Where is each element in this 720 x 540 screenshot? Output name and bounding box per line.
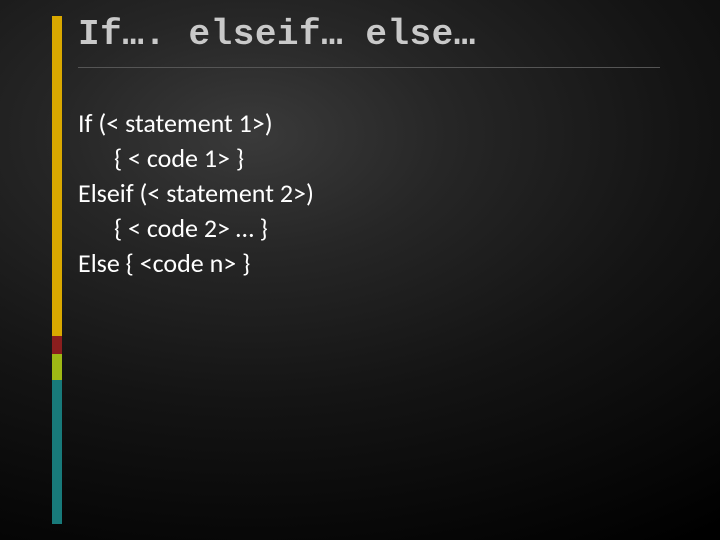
accent-segment-red — [52, 336, 62, 354]
accent-segment-chartreuse — [52, 354, 62, 380]
slide-body: If (< statement 1>) { < code 1> } Elseif… — [78, 106, 660, 281]
body-line-3: Elseif (< statement 2>) — [78, 176, 660, 211]
accent-segment-teal — [52, 380, 62, 524]
slide-title: If…. elseif… else… — [78, 14, 660, 68]
body-line-1: If (< statement 1>) — [78, 106, 660, 141]
accent-bar — [52, 16, 62, 524]
body-line-4: { < code 2> … } — [78, 211, 660, 246]
slide: If…. elseif… else… If (< statement 1>) {… — [0, 0, 720, 540]
body-line-5: Else { <code n> } — [78, 246, 660, 281]
accent-segment-yellow — [52, 16, 62, 336]
body-line-2: { < code 1> } — [78, 141, 660, 176]
